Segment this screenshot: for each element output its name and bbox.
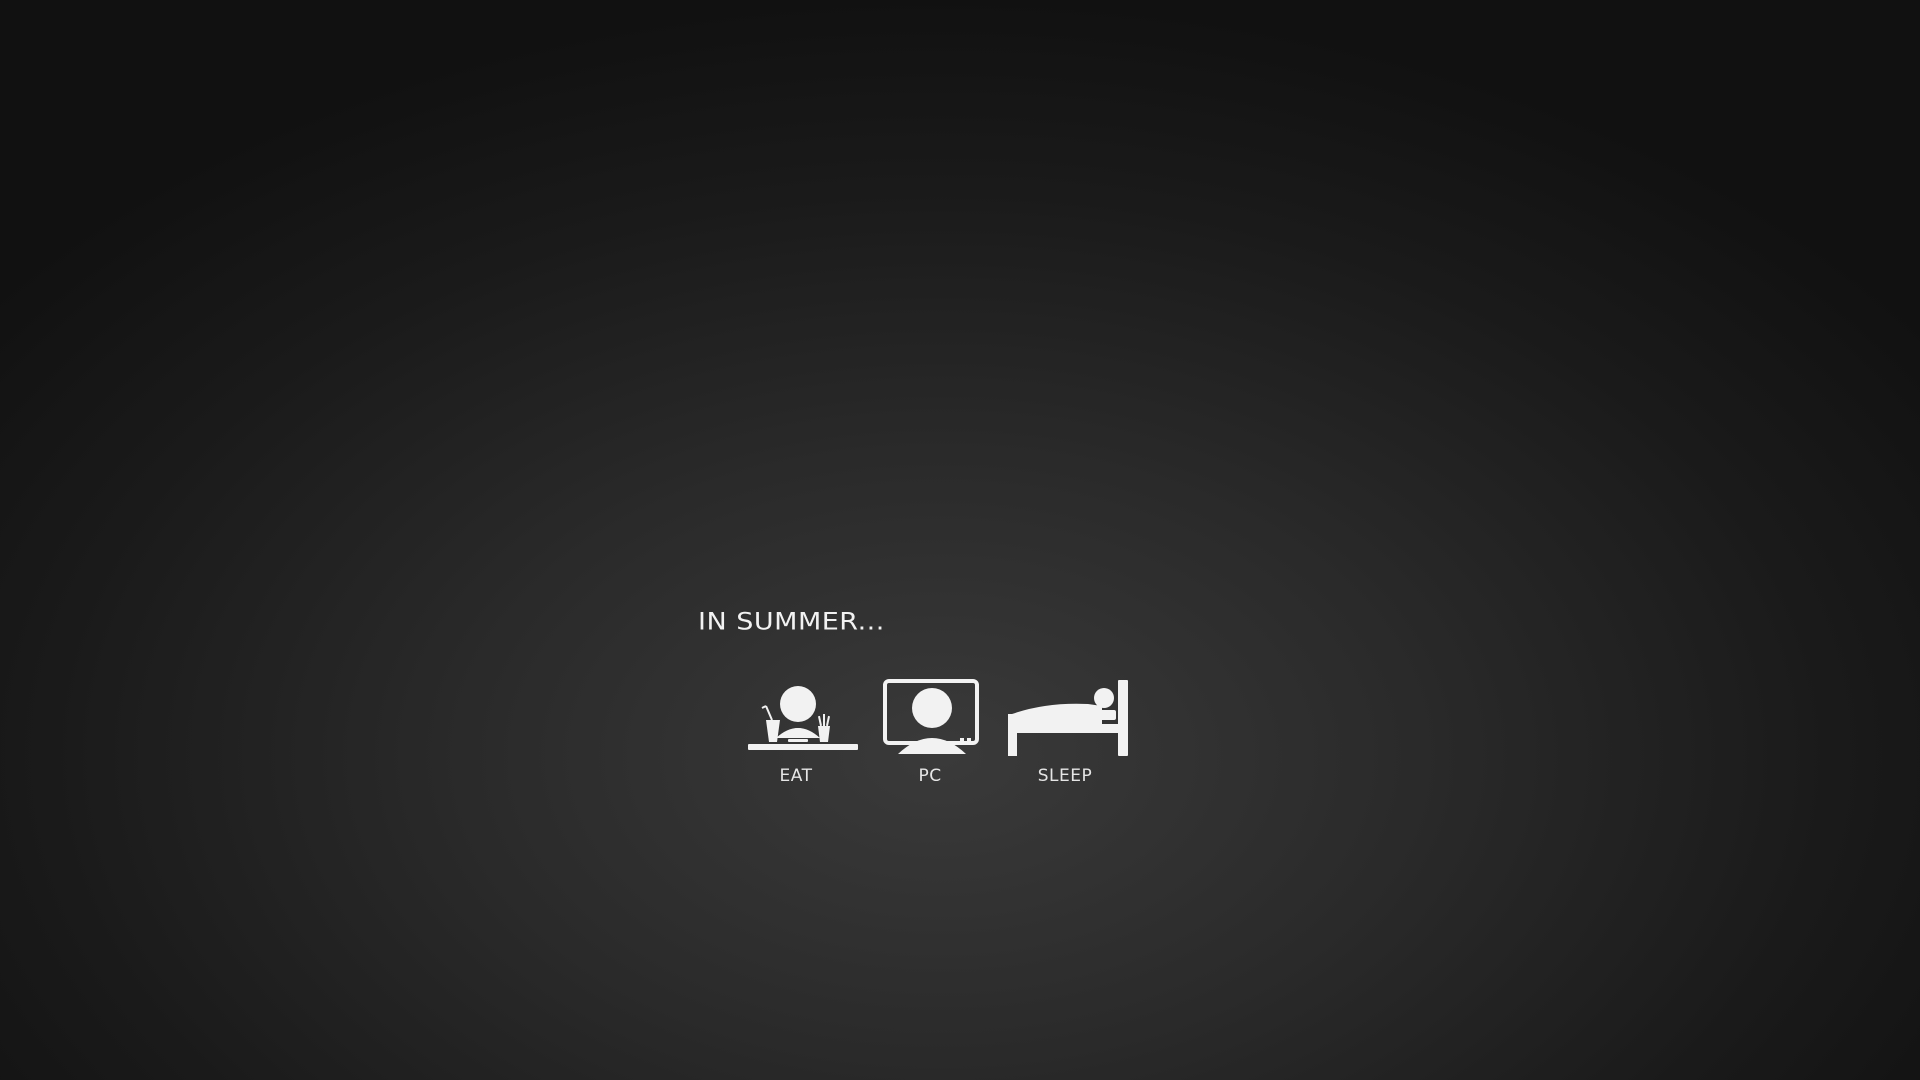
activity-label-eat: EAT (779, 766, 813, 786)
person-eating-icon (746, 682, 862, 756)
person-sleeping-in-bed-icon (1006, 680, 1132, 758)
person-at-computer-icon (882, 678, 982, 756)
activity-label-pc: PC (918, 766, 942, 786)
headline-text: IN SUMMER... (698, 608, 885, 636)
wallpaper-background: IN SUMMER... EAT PC SLEEP (0, 0, 1920, 1080)
activity-label-sleep: SLEEP (1037, 766, 1093, 786)
